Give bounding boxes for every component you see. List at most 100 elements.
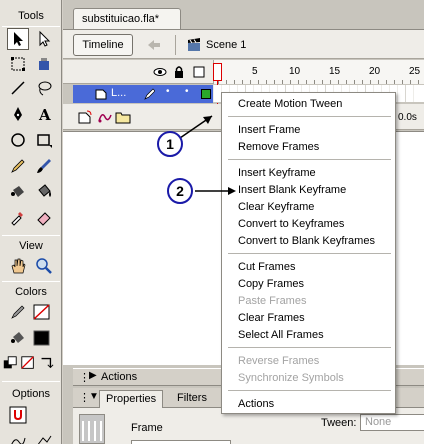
- lasso-tool-icon[interactable]: [33, 77, 55, 99]
- ruler-tick: [258, 80, 259, 84]
- menu-item-convert-to-keyframes[interactable]: Convert to Keyframes: [238, 218, 344, 230]
- menu-item-copy-frames[interactable]: Copy Frames: [238, 278, 304, 290]
- timeline-button[interactable]: Timeline: [73, 34, 133, 56]
- ruler-number: 10: [289, 66, 301, 77]
- straighten-option-icon[interactable]: [33, 430, 55, 444]
- ruler-tick: [290, 80, 291, 84]
- divider: [2, 235, 60, 236]
- ink-bottle-tool-icon[interactable]: [7, 180, 29, 202]
- insert-folder-icon[interactable]: [115, 109, 131, 125]
- menu-item-select-all-frames[interactable]: Select All Frames: [238, 329, 324, 341]
- pen-tool-icon[interactable]: [7, 103, 29, 125]
- paint-bucket-tool-icon[interactable]: [33, 180, 55, 202]
- menu-item-insert-blank-keyframe[interactable]: Insert Blank Keyframe: [238, 184, 346, 196]
- frame-label: Frame: [131, 422, 163, 434]
- pencil-tool-icon[interactable]: [7, 155, 29, 177]
- menu-separator: [228, 159, 391, 160]
- smooth-option-icon[interactable]: [7, 430, 29, 444]
- ruler-tick: [234, 80, 235, 84]
- ruler-tick: [362, 80, 363, 84]
- tools-title: Tools: [18, 10, 44, 22]
- free-transform-tool-icon[interactable]: [7, 53, 29, 75]
- gradient-transform-tool-icon[interactable]: [33, 53, 55, 75]
- motion-guide-icon[interactable]: [97, 109, 113, 125]
- menu-item-create-motion-tween[interactable]: Create Motion Tween: [238, 98, 342, 110]
- ruler-tick: [330, 80, 331, 84]
- layer-name-cell[interactable]: L... • •: [73, 85, 213, 103]
- collapse-arrow-icon[interactable]: ▼: [89, 391, 99, 402]
- ruler-number: 20: [369, 66, 381, 77]
- insert-layer-icon[interactable]: [77, 109, 93, 125]
- scene-label: Scene 1: [206, 39, 247, 51]
- zoom-tool-icon[interactable]: [33, 255, 55, 277]
- swap-colors-icon[interactable]: [38, 352, 54, 374]
- fill-color-icon[interactable]: [7, 327, 29, 349]
- ruler-tick: [266, 80, 267, 84]
- divider: [175, 35, 176, 55]
- menu-item-insert-keyframe[interactable]: Insert Keyframe: [238, 167, 316, 179]
- frame-cell-divider: [397, 85, 398, 102]
- lock-dot-icon[interactable]: •: [185, 86, 189, 97]
- eyedropper-tool-icon[interactable]: [7, 206, 29, 228]
- eye-icon[interactable]: [153, 65, 167, 79]
- menu-item-cut-frames[interactable]: Cut Frames: [238, 261, 295, 273]
- brush-tool-icon[interactable]: [33, 155, 55, 177]
- ruler-tick: [314, 80, 315, 84]
- expand-arrow-icon[interactable]: ▶: [89, 370, 97, 381]
- no-color-icon[interactable]: [20, 352, 36, 374]
- menu-item-insert-frame[interactable]: Insert Frame: [238, 124, 300, 136]
- text-tool-icon[interactable]: A: [33, 103, 55, 125]
- scene-clapper-icon: [188, 38, 200, 51]
- outline-icon[interactable]: [192, 65, 206, 79]
- menu-item-actions[interactable]: Actions: [238, 398, 274, 410]
- context-menu: Create Motion Tween Insert Frame Remove Fr…: [221, 92, 396, 414]
- ruler-tick: [282, 80, 283, 84]
- back-arrow-icon[interactable]: [146, 37, 162, 53]
- rectangle-tool-icon[interactable]: [33, 129, 55, 151]
- menu-item-remove-frames[interactable]: Remove Frames: [238, 141, 319, 153]
- tools-panel: Tools A View Colors Options: [0, 0, 62, 444]
- frame-ruler[interactable]: 1510152025: [213, 60, 424, 84]
- menu-item-clear-frames[interactable]: Clear Frames: [238, 312, 305, 324]
- outline-color-swatch[interactable]: [201, 89, 211, 99]
- frame-cell-divider: [413, 85, 414, 102]
- stroke-color-icon[interactable]: [7, 301, 29, 323]
- ruler-tick: [370, 80, 371, 84]
- ruler-tick: [322, 80, 323, 84]
- fill-swatch[interactable]: [31, 327, 53, 349]
- menu-item-clear-keyframe[interactable]: Clear Keyframe: [238, 201, 314, 213]
- playhead-handle[interactable]: [213, 63, 222, 81]
- document-tab[interactable]: substituicao.fla*: [73, 8, 181, 30]
- subselection-tool-icon[interactable]: [33, 28, 55, 50]
- document-tab-title: substituicao.fla*: [82, 13, 160, 25]
- oval-tool-icon[interactable]: [7, 129, 29, 151]
- ruler-tick: [418, 80, 419, 84]
- view-title: View: [19, 240, 43, 252]
- ruler-tick: [410, 80, 411, 84]
- stroke-swatch[interactable]: [31, 301, 53, 323]
- visibility-dot-icon[interactable]: •: [166, 86, 170, 97]
- lock-icon[interactable]: [172, 65, 186, 79]
- tab-filters-label: Filters: [177, 392, 207, 404]
- snap-magnet-icon[interactable]: [7, 404, 29, 426]
- tween-select[interactable]: None: [360, 414, 424, 431]
- menu-item-convert-to-blank-keyframes[interactable]: Convert to Blank Keyframes: [238, 235, 375, 247]
- selection-tool-icon[interactable]: [7, 28, 29, 50]
- ruler-tick: [394, 80, 395, 84]
- menu-item-paste-frames: Paste Frames: [238, 295, 307, 307]
- divider: [2, 381, 60, 382]
- tab-filters[interactable]: Filters: [171, 390, 213, 408]
- timeline-header: 1510152025: [63, 60, 424, 84]
- layer-page-icon: [95, 89, 107, 100]
- menu-item-synchronize-symbols: Synchronize Symbols: [238, 372, 344, 384]
- actions-panel-label: Actions: [101, 371, 138, 383]
- scene-breadcrumb[interactable]: Scene 1: [175, 34, 246, 56]
- black-white-icon[interactable]: [2, 352, 18, 374]
- eraser-tool-icon[interactable]: [33, 206, 55, 228]
- frame-name-input[interactable]: [131, 440, 231, 444]
- hand-tool-icon[interactable]: [7, 255, 29, 277]
- ruler-tick: [242, 80, 243, 84]
- tab-properties[interactable]: Properties: [99, 390, 164, 408]
- ruler-tick: [226, 80, 227, 84]
- line-tool-icon[interactable]: [7, 77, 29, 99]
